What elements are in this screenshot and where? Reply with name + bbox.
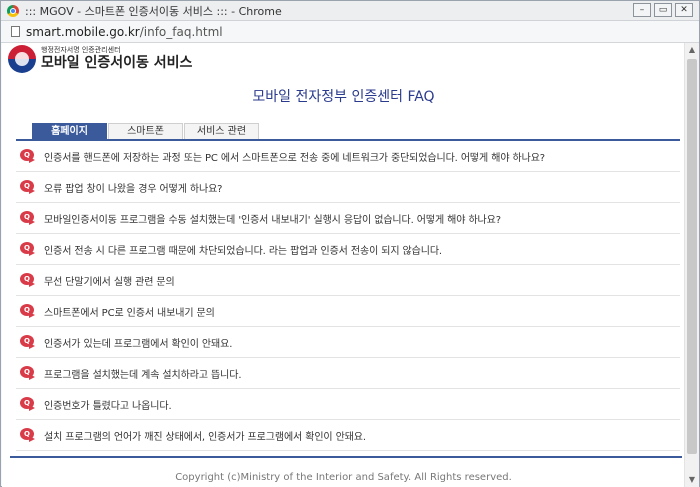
logo-subtitle: 행정전자서명 인증관리센터 — [41, 46, 121, 54]
faq-item[interactable]: Q 인증서를 핸드폰에 저장하는 과정 또는 PC 에서 스마트폰으로 전송 중… — [16, 141, 680, 172]
vertical-scrollbar[interactable]: ▲ ▼ — [684, 43, 699, 487]
url-text[interactable]: smart.mobile.go.kr/info_faq.html — [26, 25, 223, 39]
url-path: /info_faq.html — [139, 24, 223, 39]
chrome-icon — [7, 4, 19, 17]
tab-service[interactable]: 서비스 관련 — [184, 123, 259, 139]
restore-button[interactable]: ▭ — [654, 3, 672, 17]
title-bar: ::: MGOV - 스마트폰 인증서이동 서비스 ::: - Chrome –… — [1, 1, 699, 21]
question-bubble-icon: Q — [20, 304, 38, 318]
faq-item[interactable]: Q 인증번호가 틀렸다고 나옵니다. — [16, 389, 680, 420]
question-bubble-icon: Q — [20, 149, 38, 163]
scroll-down-arrow-icon[interactable]: ▼ — [685, 473, 699, 487]
faq-question: 무선 단말기에서 실행 관련 문의 — [44, 276, 175, 288]
question-bubble-icon: Q — [20, 397, 38, 411]
logo-title: 모바일 인증서이동 서비스 — [41, 55, 193, 71]
page-icon — [11, 26, 20, 37]
faq-question: 오류 팝업 창이 나왔을 경우 어떻게 하나요? — [44, 183, 223, 195]
faq-list: Q 인증서를 핸드폰에 저장하는 과정 또는 PC 에서 스마트폰으로 전송 중… — [16, 141, 680, 451]
scrollbar-thumb[interactable] — [687, 59, 697, 454]
question-bubble-icon: Q — [20, 242, 38, 256]
address-bar[interactable]: smart.mobile.go.kr/info_faq.html — [1, 21, 699, 43]
close-button[interactable]: ✕ — [675, 3, 693, 17]
faq-item[interactable]: Q 오류 팝업 창이 나왔을 경우 어떻게 하나요? — [16, 172, 680, 203]
question-bubble-icon: Q — [20, 366, 38, 380]
faq-item[interactable]: Q 인증서가 있는데 프로그램에서 확인이 안돼요. — [16, 327, 680, 358]
category-tabs: 홈페이지 스마트폰 서비스 관련 — [32, 123, 260, 139]
minimize-button[interactable]: – — [633, 3, 651, 17]
question-bubble-icon: Q — [20, 211, 38, 225]
scroll-up-arrow-icon[interactable]: ▲ — [685, 43, 699, 57]
page-title: 모바일 전자정부 인증센터 FAQ — [252, 89, 435, 105]
footer-copyright: Copyright (c)Ministry of the Interior an… — [175, 472, 512, 483]
faq-item[interactable]: Q 인증서 전송 시 다른 프로그램 때문에 차단되었습니다. 라는 팝업과 인… — [16, 234, 680, 265]
question-bubble-icon: Q — [20, 335, 38, 349]
faq-question: 인증서 전송 시 다른 프로그램 때문에 차단되었습니다. 라는 팝업과 인증서… — [44, 245, 443, 257]
browser-window: ::: MGOV - 스마트폰 인증서이동 서비스 ::: - Chrome –… — [0, 0, 700, 487]
tab-homepage[interactable]: 홈페이지 — [32, 123, 107, 139]
faq-question: 인증서를 핸드폰에 저장하는 과정 또는 PC 에서 스마트폰으로 전송 중에 … — [44, 152, 546, 164]
faq-item[interactable]: Q 프로그램을 설치했는데 계속 설치하라고 뜹니다. — [16, 358, 680, 389]
faq-item[interactable]: Q 설치 프로그램의 언어가 깨진 상태에서, 인증서가 프로그램에서 확인이 … — [16, 420, 680, 451]
window-controls: – ▭ ✕ — [633, 3, 693, 17]
faq-question: 프로그램을 설치했는데 계속 설치하라고 뜹니다. — [44, 369, 242, 381]
page-content: 행정전자서명 인증관리센터 모바일 인증서이동 서비스 모바일 전자정부 인증센… — [2, 43, 685, 487]
question-bubble-icon: Q — [20, 273, 38, 287]
faq-question: 설치 프로그램의 언어가 깨진 상태에서, 인증서가 프로그램에서 확인이 안돼… — [44, 431, 366, 443]
window-title: ::: MGOV - 스마트폰 인증서이동 서비스 ::: - Chrome — [25, 4, 282, 18]
faq-question: 스마트폰에서 PC로 인증서 내보내기 문의 — [44, 307, 215, 319]
tab-smartphone[interactable]: 스마트폰 — [108, 123, 183, 139]
faq-item[interactable]: Q 무선 단말기에서 실행 관련 문의 — [16, 265, 680, 296]
faq-item[interactable]: Q 모바일인증서이동 프로그램을 수동 설치했는데 '인증서 내보내기' 실행시… — [16, 203, 680, 234]
question-bubble-icon: Q — [20, 428, 38, 442]
faq-question: 모바일인증서이동 프로그램을 수동 설치했는데 '인증서 내보내기' 실행시 응… — [44, 214, 501, 226]
faq-question: 인증서가 있는데 프로그램에서 확인이 안돼요. — [44, 338, 233, 350]
footer-divider — [10, 456, 682, 458]
faq-item[interactable]: Q 스마트폰에서 PC로 인증서 내보내기 문의 — [16, 296, 680, 327]
government-emblem-icon — [8, 45, 36, 73]
url-host: smart.mobile.go.kr — [26, 24, 140, 39]
logo-text: 행정전자서명 인증관리센터 모바일 인증서이동 서비스 — [41, 46, 192, 72]
question-bubble-icon: Q — [20, 180, 38, 194]
site-logo[interactable]: 행정전자서명 인증관리센터 모바일 인증서이동 서비스 — [8, 45, 192, 73]
faq-question: 인증번호가 틀렸다고 나옵니다. — [44, 400, 172, 412]
